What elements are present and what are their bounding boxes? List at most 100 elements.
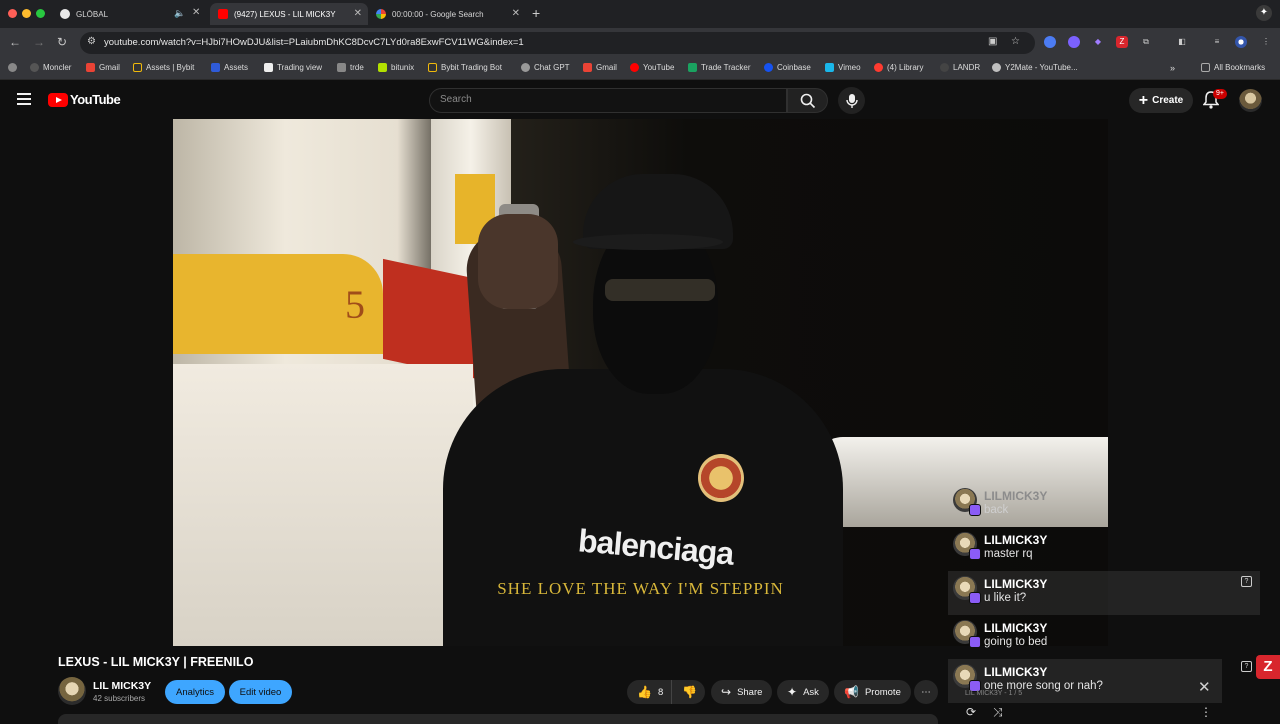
- bookmark-gmail[interactable]: Gmail: [86, 63, 120, 72]
- cap-brim: [573, 234, 723, 250]
- folder-icon: [1201, 63, 1210, 72]
- chat-avatar: [953, 532, 981, 560]
- y2mate-icon: [992, 63, 1001, 72]
- share-button[interactable]: ↪ Share: [711, 680, 773, 704]
- close-tab-icon[interactable]: ✕: [354, 8, 362, 19]
- bookmark-bitunix[interactable]: bitunix: [378, 63, 414, 72]
- search-box[interactable]: [429, 88, 787, 113]
- speaker-icon[interactable]: 🔈: [174, 8, 185, 19]
- edit-video-button[interactable]: Edit video: [229, 680, 292, 704]
- dislike-button[interactable]: 👎: [671, 680, 705, 704]
- loop-icon[interactable]: ⟳: [966, 705, 976, 719]
- chat-text: back: [984, 504, 1009, 516]
- close-tab-icon[interactable]: ✕: [192, 7, 200, 18]
- bookmark-bybit-trading-bot[interactable]: Bybit Trading Bot: [428, 63, 502, 72]
- close-icon[interactable]: ✕: [1198, 678, 1211, 696]
- url-text[interactable]: youtube.com/watch?v=HJbi7HOwDJU&list=PLa…: [104, 37, 524, 48]
- search-input[interactable]: [440, 94, 770, 105]
- new-tab-button[interactable]: +: [532, 5, 540, 21]
- menu-icon[interactable]: [17, 93, 31, 108]
- bookmarks-chrome-icon[interactable]: [8, 63, 21, 72]
- extensions-puzzle-icon[interactable]: ⧉: [1140, 36, 1152, 48]
- youtube-play-icon: [48, 92, 68, 107]
- share-label: Share: [737, 686, 763, 698]
- bookmark-library[interactable]: (4) Library: [874, 63, 923, 72]
- bookmark-coinbase[interactable]: Coinbase: [764, 63, 811, 72]
- side-panel-icon[interactable]: ◧: [1176, 36, 1188, 48]
- gmail-icon: [583, 63, 592, 72]
- sparkle-icon[interactable]: ✦: [1256, 5, 1272, 21]
- bookmark-trading-view[interactable]: Trading view: [264, 63, 322, 72]
- bookmark-y2mate[interactable]: Y2Mate - YouTube...: [992, 63, 1078, 72]
- bookmark-vimeo[interactable]: Vimeo: [825, 63, 861, 72]
- description-box[interactable]: [58, 714, 938, 724]
- report-flag-icon[interactable]: ?: [1241, 661, 1252, 672]
- bybit-icon: [428, 63, 437, 72]
- extension-blue-icon[interactable]: [1044, 36, 1056, 48]
- close-tab-icon[interactable]: ✕: [512, 8, 520, 19]
- bookmark-star-icon[interactable]: ☆: [1011, 36, 1020, 47]
- create-button[interactable]: + Create: [1129, 88, 1193, 113]
- assets-icon: [211, 63, 220, 72]
- report-flag-icon[interactable]: ?: [1241, 576, 1252, 587]
- bookmarks-overflow-icon[interactable]: »: [1170, 63, 1175, 73]
- voice-search-button[interactable]: [838, 87, 865, 114]
- extension-z-icon[interactable]: Z: [1116, 36, 1128, 48]
- extension-diamond-icon[interactable]: ◆: [1092, 36, 1104, 48]
- close-window-button[interactable]: [8, 9, 17, 18]
- maximize-window-button[interactable]: [36, 9, 45, 18]
- shuffle-icon[interactable]: ⤨: [993, 705, 1003, 720]
- bookmark-landr[interactable]: LANDR: [940, 63, 980, 72]
- chat-message[interactable]: LILMICK3Y back: [948, 483, 1260, 527]
- bookmark-trde[interactable]: trde: [337, 63, 364, 72]
- tab-google-search[interactable]: 00:00:00 - Google Search ✕: [368, 3, 526, 25]
- bookmark-chat-gpt[interactable]: Chat GPT: [521, 63, 570, 72]
- more-actions-button[interactable]: ⋯: [914, 680, 938, 704]
- share-icon: ↪: [721, 685, 732, 699]
- library-icon: [874, 63, 883, 72]
- forward-button[interactable]: →: [33, 35, 45, 49]
- youtube-logo[interactable]: YouTube: [48, 92, 121, 107]
- chat-text: u like it?: [984, 592, 1027, 604]
- bookmark-assets[interactable]: Assets: [211, 63, 248, 72]
- bookmark-label: Trade Tracker: [701, 63, 751, 72]
- site-info-icon[interactable]: ⚙: [87, 36, 96, 47]
- analytics-button[interactable]: Analytics: [165, 680, 225, 704]
- channel-avatar[interactable]: [58, 677, 86, 705]
- bookmark-moncler[interactable]: Moncler: [30, 63, 71, 72]
- media-controls-icon[interactable]: ≡: [1211, 36, 1223, 48]
- reload-button[interactable]: ↻: [57, 35, 67, 49]
- chat-message[interactable]: LILMICK3Y master rq: [948, 527, 1260, 571]
- extension-purple-icon[interactable]: [1068, 36, 1080, 48]
- chat-message[interactable]: LILMICK3Y u like it? ?: [948, 571, 1260, 615]
- search-button[interactable]: [787, 88, 828, 113]
- bookmark-youtube[interactable]: YouTube: [630, 63, 674, 72]
- bookmark-trade-tracker[interactable]: Trade Tracker: [688, 63, 751, 72]
- account-avatar[interactable]: [1239, 89, 1262, 112]
- bookmark-assets-bybit[interactable]: Assets | Bybit: [133, 63, 194, 72]
- bookmark-label: Chat GPT: [534, 63, 570, 72]
- extension-z-badge[interactable]: Z: [1256, 655, 1280, 679]
- bookmark-label: Vimeo: [838, 63, 861, 72]
- bookmark-label: YouTube: [643, 63, 675, 72]
- bybit-icon: [133, 63, 142, 72]
- tradingview-icon: [264, 63, 273, 72]
- profile-avatar[interactable]: [1235, 36, 1247, 48]
- install-app-icon[interactable]: ▣: [988, 36, 997, 47]
- globe-icon: [60, 9, 70, 19]
- bookmark-gmail-2[interactable]: Gmail: [583, 63, 617, 72]
- bookmark-label: Gmail: [99, 63, 120, 72]
- like-button[interactable]: 👍 8: [627, 680, 671, 704]
- chat-message[interactable]: LILMICK3Y going to bed: [948, 615, 1260, 659]
- browser-menu-icon[interactable]: ⋮: [1260, 36, 1272, 48]
- minimize-window-button[interactable]: [22, 9, 31, 18]
- ask-button[interactable]: ✦ Ask: [777, 680, 829, 704]
- channel-name[interactable]: LIL MICK3Y: [93, 680, 151, 692]
- tab-youtube-lexus[interactable]: (9427) LEXUS - LIL MICK3Y ✕: [210, 3, 368, 25]
- bookmark-all-bookmarks[interactable]: All Bookmarks: [1201, 63, 1265, 72]
- promote-button[interactable]: 📢 Promote: [834, 680, 911, 704]
- more-options-icon[interactable]: ⋮: [1200, 705, 1212, 719]
- omnibox[interactable]: ⚙ youtube.com/watch?v=HJbi7HOwDJU&list=P…: [80, 32, 1035, 54]
- chatgpt-icon: [521, 63, 530, 72]
- back-button[interactable]: ←: [9, 35, 21, 49]
